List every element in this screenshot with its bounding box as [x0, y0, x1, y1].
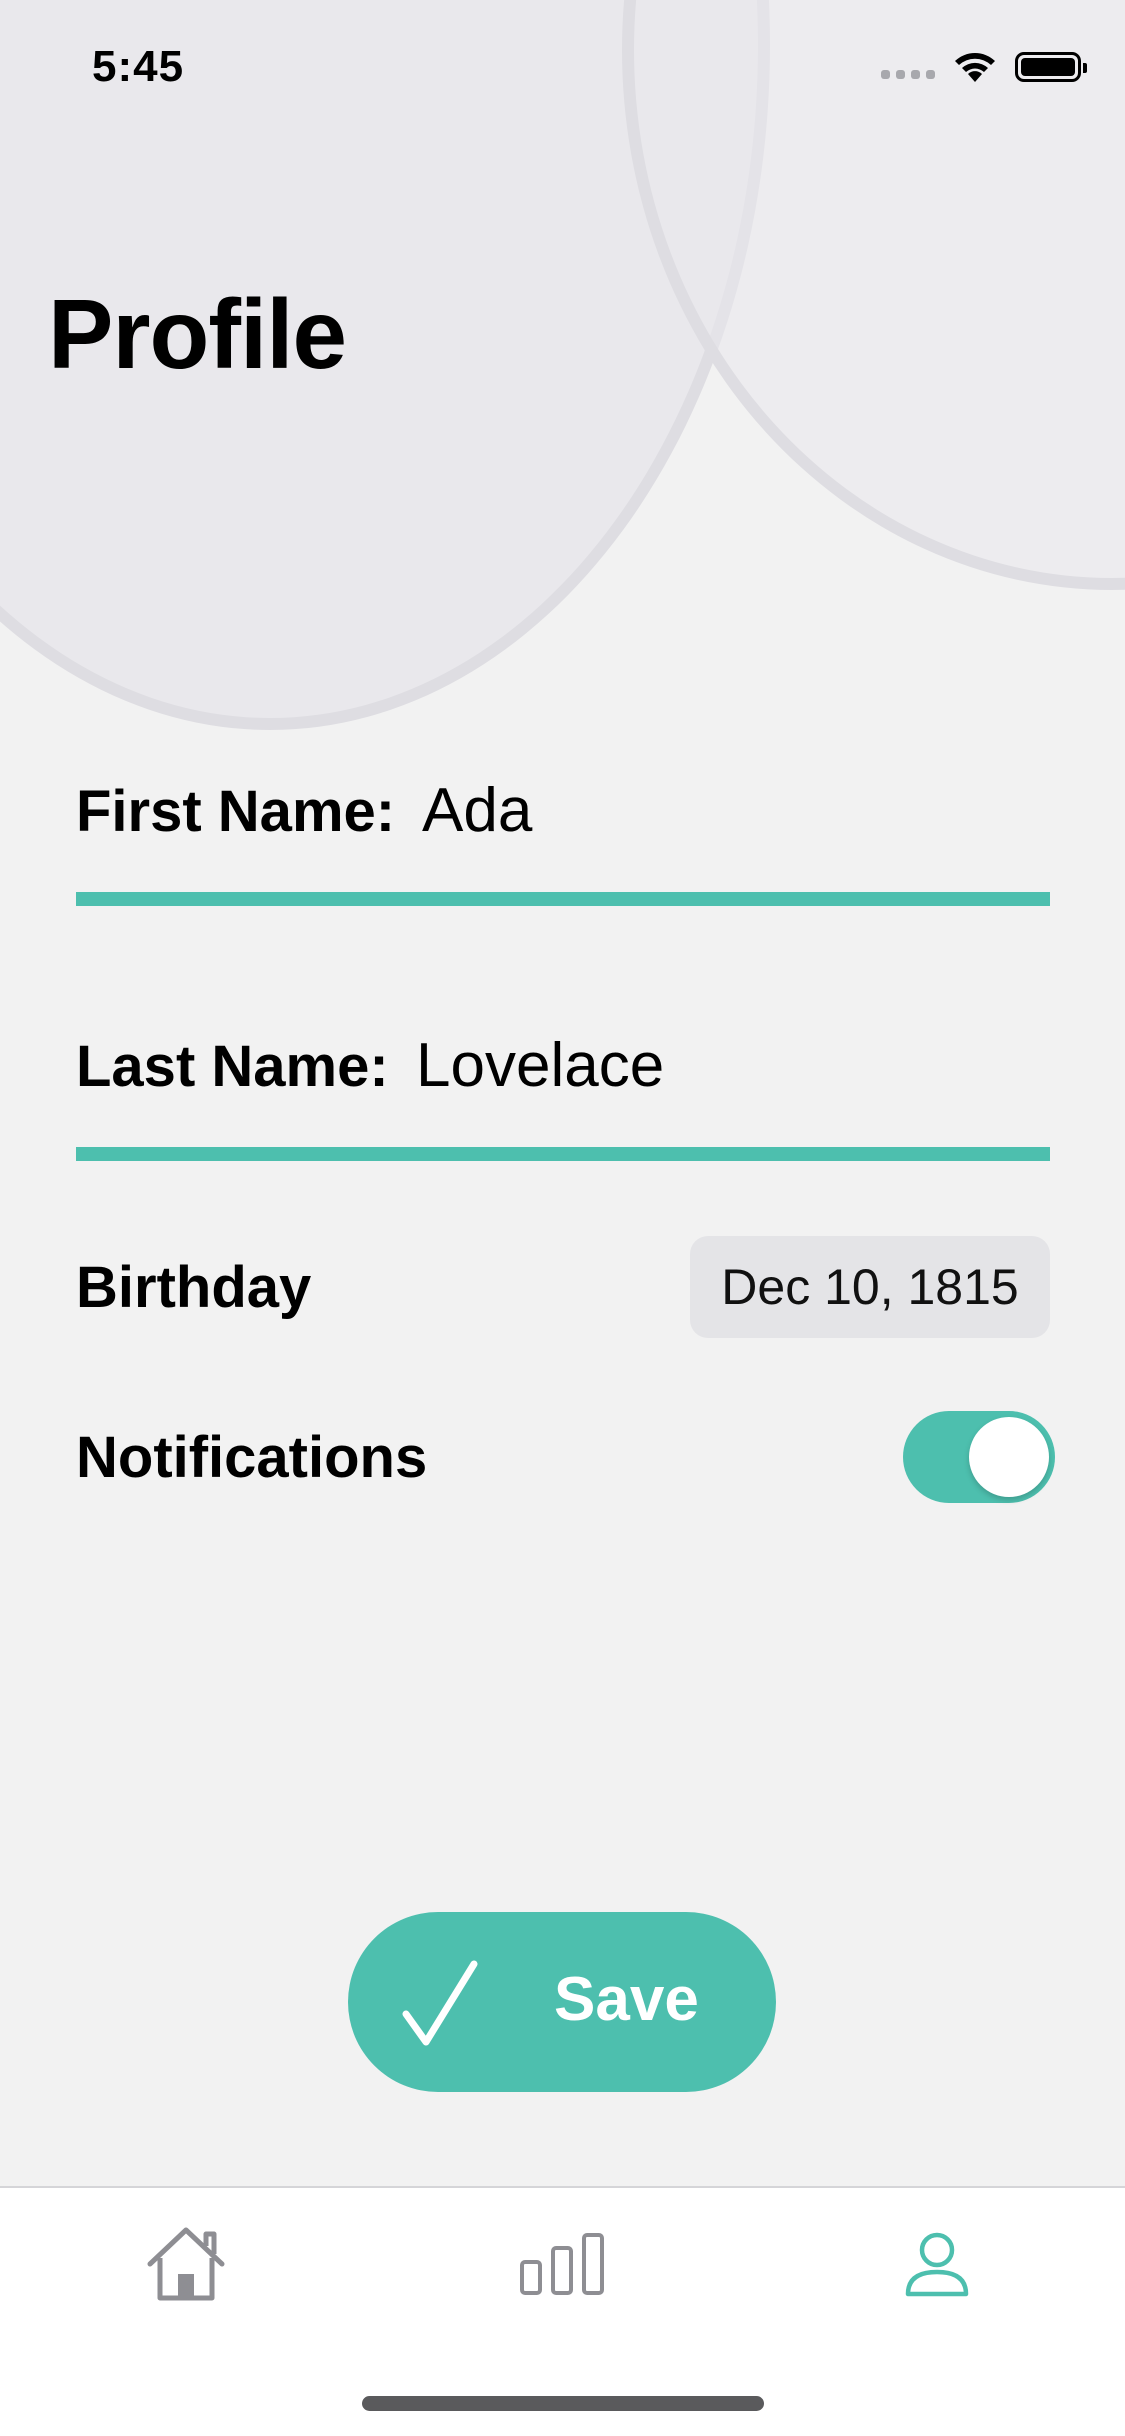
save-label: Save [554, 1965, 699, 2034]
first-name-underline [76, 892, 1050, 906]
birthday-date-picker[interactable]: Dec 10, 1815 [690, 1236, 1050, 1338]
last-name-input[interactable] [416, 1025, 1046, 1105]
tab-profile[interactable] [882, 2214, 992, 2314]
battery-icon [1015, 52, 1087, 82]
page-title: Profile [48, 279, 347, 389]
bar-chart-icon [520, 2233, 604, 2295]
status-icons [881, 50, 1087, 84]
tab-stats[interactable] [507, 2214, 617, 2314]
last-name-row: Last Name: [76, 1025, 1050, 1165]
home-indicator [362, 2396, 764, 2411]
checkmark-icon [402, 1960, 478, 2046]
profile-screen: 5:45 Profile First Name: Last Name: [0, 0, 1125, 2436]
wifi-icon [955, 53, 995, 82]
first-name-label: First Name: [76, 779, 396, 844]
save-button[interactable]: Save [348, 1912, 776, 2092]
last-name-underline [76, 1147, 1050, 1161]
tab-home[interactable] [131, 2214, 241, 2314]
last-name-label: Last Name: [76, 1034, 389, 1099]
first-name-input[interactable] [422, 770, 1042, 850]
notifications-label: Notifications [76, 1425, 428, 1490]
status-time: 5:45 [92, 42, 185, 91]
toggle-knob [969, 1417, 1049, 1497]
home-icon [147, 2227, 225, 2301]
cellular-signal-icon [881, 56, 935, 79]
status-bar: 5:45 [0, 0, 1125, 140]
birthday-label: Birthday [76, 1255, 312, 1320]
notifications-toggle[interactable] [903, 1411, 1055, 1503]
person-icon [905, 2232, 969, 2297]
first-name-row: First Name: [76, 770, 1050, 910]
